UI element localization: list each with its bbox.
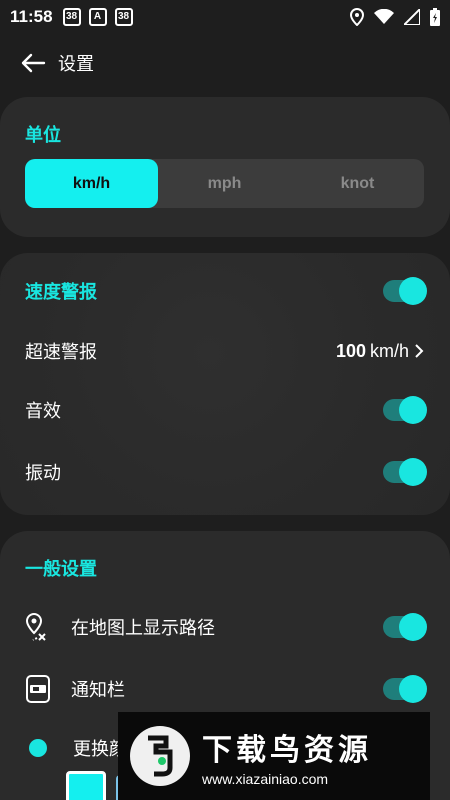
- app-header: 设置: [0, 40, 450, 86]
- show-route-row: 在地图上显示路径: [25, 607, 427, 647]
- overspeed-alert-row[interactable]: 超速警报 100 km/h: [25, 331, 425, 371]
- color-swatch[interactable]: [66, 771, 106, 800]
- notification-bar-icon: [25, 674, 51, 704]
- sound-label: 音效: [25, 401, 61, 422]
- status-time: 11:58: [10, 7, 53, 26]
- sound-toggle[interactable]: [383, 396, 427, 424]
- unit-option-knot[interactable]: knot: [291, 159, 424, 208]
- notification-bar-label: 通知栏: [71, 680, 125, 701]
- notification-icon: 38: [114, 8, 133, 26]
- overspeed-value: 100 km/h: [336, 341, 425, 362]
- back-arrow-icon[interactable]: [20, 50, 46, 76]
- overspeed-value-unit: km/h: [369, 340, 409, 361]
- unit-option-mph[interactable]: mph: [158, 159, 291, 208]
- toggle-knob: [399, 613, 427, 641]
- page-title: 设置: [58, 54, 94, 75]
- sound-row: 音效: [25, 390, 427, 430]
- vibration-toggle[interactable]: [383, 458, 427, 486]
- toggle-knob: [399, 675, 427, 703]
- units-section-title: 单位: [25, 125, 61, 146]
- signal-icon: [404, 9, 420, 25]
- notification-icon: A: [88, 8, 107, 26]
- route-pin-icon: [25, 612, 51, 642]
- notification-icon: 38: [62, 8, 81, 26]
- speed-alert-toggle[interactable]: [383, 277, 427, 305]
- show-route-label: 在地图上显示路径: [71, 618, 215, 639]
- units-card: 单位 km/h mph knot: [0, 97, 450, 237]
- toggle-knob: [399, 458, 427, 486]
- status-bar: 11:58 38 A 38: [0, 0, 450, 34]
- notification-bar-toggle[interactable]: [383, 675, 427, 703]
- watermark-url: www.xiazainiao.com: [202, 771, 329, 787]
- location-icon: [350, 8, 364, 26]
- overspeed-alert-label: 超速警报: [25, 342, 97, 363]
- watermark-title: 下载鸟资源: [202, 733, 372, 768]
- battery-icon: [430, 8, 440, 26]
- speed-alert-card: 速度警报 超速警报 100 km/h 音效 振动: [0, 253, 450, 515]
- chevron-right-icon: [415, 344, 424, 358]
- overspeed-value-number: 100: [335, 340, 366, 361]
- general-section-title: 一般设置: [25, 559, 97, 580]
- toggle-knob: [399, 396, 427, 424]
- unit-option-kmh[interactable]: km/h: [25, 159, 158, 208]
- show-route-toggle[interactable]: [383, 613, 427, 641]
- toggle-knob: [399, 277, 427, 305]
- vibration-row: 振动: [25, 452, 427, 492]
- notification-bar-row: 通知栏: [25, 669, 427, 709]
- wifi-icon: [374, 9, 394, 24]
- unit-selector: km/h mph knot: [25, 159, 424, 208]
- speed-alert-section-title: 速度警报: [25, 282, 97, 303]
- watermark-banner: 下载鸟资源 www.xiazainiao.com: [118, 712, 430, 800]
- bird-logo-icon: [130, 726, 190, 786]
- color-dot-icon: [29, 739, 47, 757]
- speed-alert-header-row: 速度警报: [25, 271, 427, 311]
- vibration-label: 振动: [25, 463, 61, 484]
